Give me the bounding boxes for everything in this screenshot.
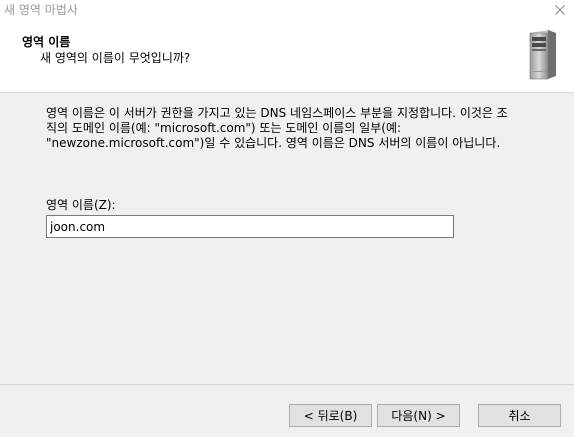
- wizard-header: 영역 이름 새 영역의 이름이 무엇입니까?: [0, 20, 574, 93]
- window-title: 새 영역 마법사: [4, 3, 78, 17]
- close-icon: [555, 5, 565, 15]
- footer-divider: [0, 384, 574, 385]
- zone-name-label: 영역 이름(Z):: [46, 198, 116, 212]
- next-button[interactable]: 다음(N) >: [377, 404, 460, 427]
- description-text: 영역 이름은 이 서버가 권한을 가지고 있는 DNS 네임스페이스 부분을 지…: [46, 106, 508, 150]
- back-button[interactable]: < 뒤로(B): [289, 404, 372, 427]
- zone-name-input[interactable]: [46, 215, 454, 238]
- cancel-button[interactable]: 취소: [478, 404, 561, 427]
- server-icon: [529, 30, 556, 80]
- title-bar: 새 영역 마법사: [0, 0, 574, 20]
- close-button[interactable]: [546, 0, 574, 20]
- page-subtitle: 새 영역의 이름이 무엇입니까?: [40, 51, 191, 65]
- page-title: 영역 이름: [22, 35, 71, 49]
